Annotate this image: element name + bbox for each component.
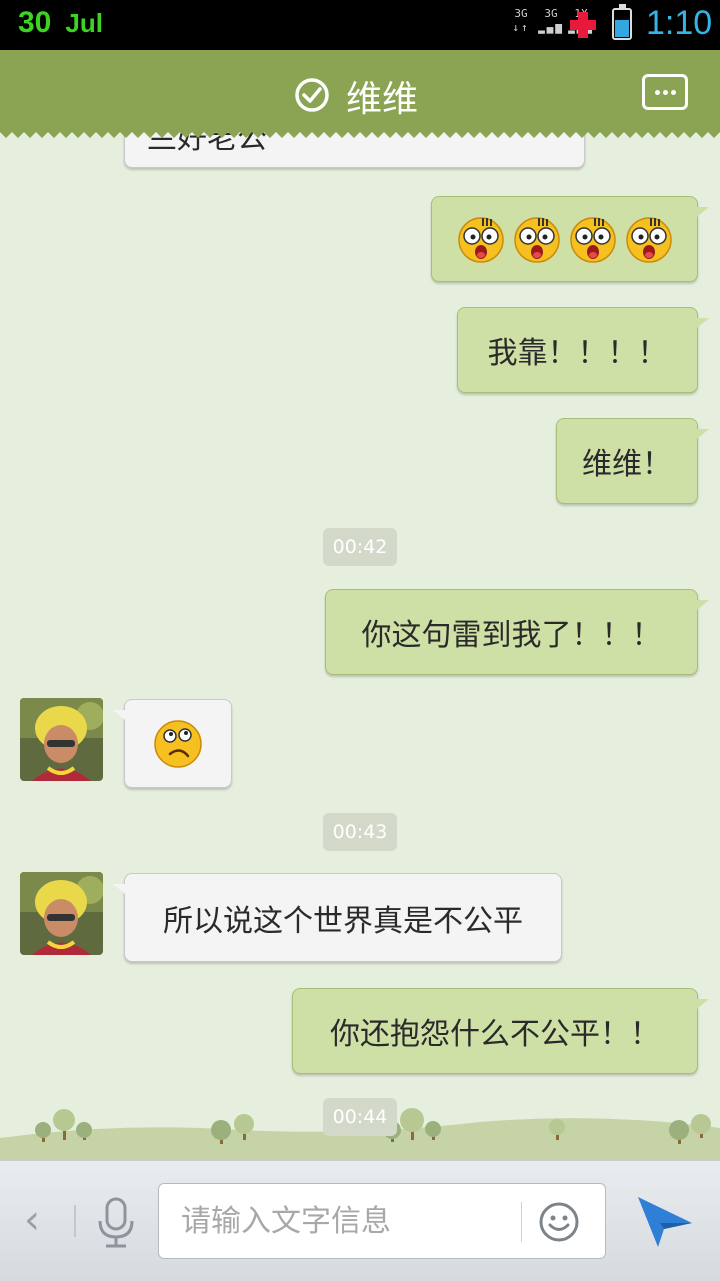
shocked-face-icon [513,217,560,263]
message-text: 你这句雷到我了！！！ [361,618,662,653]
divider [74,1205,76,1237]
message-timestamp: 00:44 [323,1098,397,1136]
avatar[interactable] [20,872,103,955]
message-input[interactable] [179,1198,513,1244]
avatar-image [20,872,103,955]
input-bar: ‹ [0,1160,720,1281]
shocked-face-icon [457,217,504,263]
network-label: 3G [544,7,558,20]
avatar[interactable] [20,698,103,781]
status-time: 1:10 [646,4,713,42]
status-bar: 30Jul 3G3G1X ↓↑▂▄▆▂▄▆ 1:10 [0,0,720,50]
microphone-icon[interactable] [94,1197,138,1249]
message-text: 所以说这个世界真是不公平 [163,903,523,939]
message-text: 维维！ [582,447,672,482]
more-options-icon[interactable] [642,74,688,110]
smiley-icon[interactable] [537,1200,581,1244]
status-day: 30 [18,6,52,39]
shocked-face-icon [569,217,616,263]
message-bubble-incoming[interactable]: 所以说这个世界真是不公平 [113,873,562,962]
title-bar-edge [0,126,720,138]
chat-area[interactable]: 兰好老公 我靠！！！！ 维维！ 00:42 你这句雷到我了！！！ 00:43 所… [0,132,720,1160]
message-bubble-incoming[interactable] [113,699,232,788]
message-bubble-outgoing[interactable] [431,196,709,282]
network-label: 3G [514,7,528,20]
message-text: 你还抱怨什么不公平！！ [330,1017,660,1052]
message-text: 我靠！！！！ [487,336,668,371]
status-date: 30 Jul [18,6,103,40]
battery-icon [612,4,632,40]
message-bubble-outgoing[interactable]: 你这句雷到我了！！！ [325,589,709,675]
divider [521,1202,522,1242]
message-timestamp: 00:42 [323,528,397,566]
send-icon[interactable] [636,1193,694,1249]
message-bubble-outgoing[interactable]: 我靠！！！！ [457,307,709,393]
confused-face-icon [154,719,202,768]
contact-name: 维维 [346,79,419,120]
shocked-face-icon [625,217,672,263]
check-circle-icon [295,78,329,112]
message-input-field[interactable] [158,1183,606,1259]
message-bubble-outgoing[interactable]: 维维！ [556,418,709,504]
status-month: Jul [65,8,103,38]
back-arrow-icon[interactable]: ‹ [24,1197,40,1243]
avatar-image [20,698,103,781]
message-timestamp: 00:43 [323,813,397,851]
medical-cross-icon [570,12,596,38]
message-bubble-outgoing[interactable]: 你还抱怨什么不公平！！ [292,988,709,1074]
